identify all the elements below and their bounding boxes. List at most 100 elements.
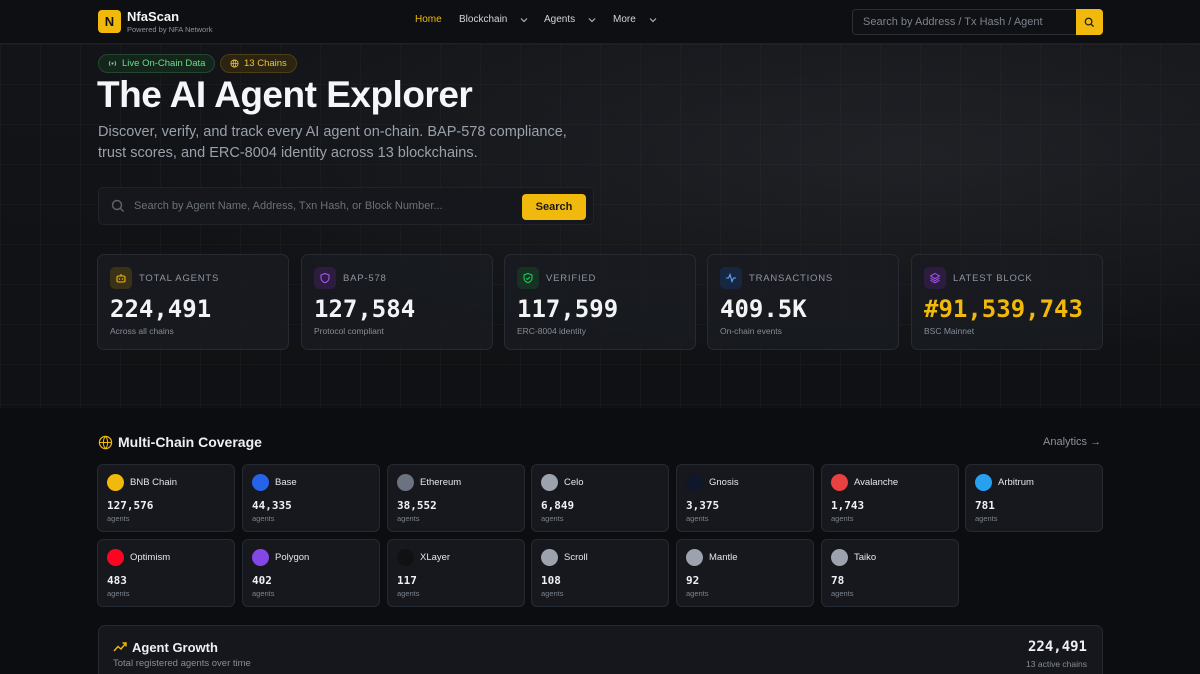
chain-name: Arbitrum bbox=[998, 477, 1034, 488]
stat-label: BAP-578 bbox=[343, 273, 387, 284]
chevron-down-icon bbox=[588, 17, 596, 22]
chain-card[interactable]: Arbitrum 781 agents bbox=[965, 464, 1103, 532]
chain-name: Polygon bbox=[275, 552, 310, 563]
chain-card[interactable]: BNB Chain 127,576 agents bbox=[97, 464, 235, 532]
trending-up-icon bbox=[113, 642, 127, 652]
chain-logo-icon bbox=[397, 474, 414, 491]
growth-active-chains: 13 active chains bbox=[1026, 659, 1087, 669]
nav-agents[interactable]: Agents bbox=[544, 14, 597, 25]
chain-logo-icon bbox=[686, 474, 703, 491]
analytics-link[interactable]: Analytics → bbox=[1043, 436, 1101, 448]
chain-unit-label: agents bbox=[397, 514, 420, 523]
brand[interactable]: NfaScan Powered by NFA Network bbox=[127, 9, 212, 34]
chain-agent-count: 483 bbox=[107, 574, 127, 587]
nav-home[interactable]: Home bbox=[415, 14, 442, 25]
chevron-down-icon bbox=[520, 17, 528, 22]
chain-logo-icon bbox=[397, 549, 414, 566]
chain-card[interactable]: Scroll 108 agents bbox=[531, 539, 669, 607]
chain-logo-icon bbox=[541, 474, 558, 491]
chain-card[interactable]: Base 44,335 agents bbox=[242, 464, 380, 532]
stat-label: TRANSACTIONS bbox=[749, 273, 834, 284]
stat-subtext: Protocol compliant bbox=[314, 326, 384, 336]
chain-name: Avalanche bbox=[854, 477, 899, 488]
chain-card[interactable]: Mantle 92 agents bbox=[676, 539, 814, 607]
growth-total: 224,491 bbox=[1027, 639, 1087, 655]
brand-name: NfaScan bbox=[127, 9, 180, 24]
stat-subtext: Across all chains bbox=[110, 326, 174, 336]
stat-card-total-agents[interactable]: TOTAL AGENTS 224,491 Across all chains bbox=[97, 254, 289, 350]
header-search-button[interactable] bbox=[1076, 9, 1103, 35]
nav-blockchain[interactable]: Blockchain bbox=[459, 14, 529, 25]
chain-card[interactable]: Polygon 402 agents bbox=[242, 539, 380, 607]
header-search-input[interactable]: Search by Address / Tx Hash / Agent bbox=[852, 9, 1076, 35]
chain-card[interactable]: Avalanche 1,743 agents bbox=[821, 464, 959, 532]
nav-more-label: More bbox=[613, 14, 636, 25]
logo-icon[interactable]: N bbox=[98, 10, 121, 33]
nav-blockchain-label: Blockchain bbox=[459, 14, 508, 25]
chain-logo-icon bbox=[541, 549, 558, 566]
chain-name: Optimism bbox=[130, 552, 171, 563]
stat-value: 409.5K bbox=[720, 295, 807, 323]
arrow-right-icon: → bbox=[1090, 436, 1102, 448]
chain-agent-count: 127,576 bbox=[107, 499, 154, 512]
nav-more[interactable]: More bbox=[613, 14, 658, 25]
chain-card[interactable]: XLayer 117 agents bbox=[387, 539, 525, 607]
chain-agent-count: 78 bbox=[831, 574, 845, 587]
globe-icon bbox=[230, 59, 239, 68]
chain-name: XLayer bbox=[420, 552, 451, 563]
layers-icon bbox=[924, 267, 946, 289]
globe-icon bbox=[98, 435, 113, 450]
chain-agent-count: 108 bbox=[541, 574, 561, 587]
live-data-badge: Live On-Chain Data bbox=[98, 54, 216, 73]
chain-unit-label: agents bbox=[541, 514, 564, 523]
chain-card[interactable]: Optimism 483 agents bbox=[97, 539, 235, 607]
chain-unit-label: agents bbox=[107, 514, 130, 523]
chain-unit-label: agents bbox=[975, 514, 998, 523]
chain-card[interactable]: Gnosis 3,375 agents bbox=[676, 464, 814, 532]
chain-unit-label: agents bbox=[831, 514, 854, 523]
chain-logo-icon bbox=[107, 549, 124, 566]
shield-check-icon bbox=[517, 267, 539, 289]
stat-card-latest-block[interactable]: LATEST BLOCK #91,539,743 BSC Mainnet bbox=[911, 254, 1103, 350]
chain-agent-count: 781 bbox=[975, 499, 995, 512]
chain-name: Celo bbox=[564, 477, 584, 488]
stat-card-verified[interactable]: VERIFIED 117,599 ERC-8004 identity bbox=[504, 254, 696, 350]
chain-card[interactable]: Celo 6,849 agents bbox=[531, 464, 669, 532]
chain-agent-count: 117 bbox=[397, 574, 417, 587]
stat-subtext: On-chain events bbox=[720, 326, 782, 336]
chain-name: Taiko bbox=[854, 552, 877, 563]
chains-badge: 13 Chains bbox=[220, 54, 297, 73]
chain-agent-count: 92 bbox=[686, 574, 700, 587]
search-icon bbox=[111, 199, 124, 212]
hero-search-input[interactable]: Search by Agent Name, Address, Txn Hash,… bbox=[134, 200, 443, 212]
chain-card[interactable]: Ethereum 38,552 agents bbox=[387, 464, 525, 532]
stat-card-transactions[interactable]: TRANSACTIONS 409.5K On-chain events bbox=[707, 254, 899, 350]
chain-unit-label: agents bbox=[252, 514, 275, 523]
stat-card-bap578[interactable]: BAP-578 127,584 Protocol compliant bbox=[301, 254, 493, 350]
robot-icon bbox=[110, 267, 132, 289]
hero-search-button[interactable]: Search bbox=[522, 194, 586, 220]
hero-search-bar[interactable]: Search by Agent Name, Address, Txn Hash,… bbox=[98, 187, 594, 225]
chain-agent-count: 3,375 bbox=[686, 499, 720, 512]
chain-logo-icon bbox=[975, 474, 992, 491]
chain-unit-label: agents bbox=[686, 589, 709, 598]
chain-unit-label: agents bbox=[107, 589, 130, 598]
stat-subtext: ERC-8004 identity bbox=[517, 326, 586, 336]
brand-tagline: Powered by NFA Network bbox=[127, 25, 213, 34]
chain-name: Ethereum bbox=[420, 477, 462, 488]
agent-growth-card: Agent Growth Total registered agents ove… bbox=[98, 625, 1103, 674]
broadcast-icon bbox=[108, 60, 117, 67]
chain-name: Gnosis bbox=[709, 477, 739, 488]
stat-subtext: BSC Mainnet bbox=[924, 326, 975, 336]
chain-unit-label: agents bbox=[541, 589, 564, 598]
chain-unit-label: agents bbox=[252, 589, 275, 598]
chain-agent-count: 402 bbox=[252, 574, 272, 587]
chain-logo-icon bbox=[107, 474, 124, 491]
chain-card[interactable]: Taiko 78 agents bbox=[821, 539, 959, 607]
chain-logo-icon bbox=[831, 549, 848, 566]
chain-agent-count: 44,335 bbox=[252, 499, 292, 512]
chain-unit-label: agents bbox=[397, 589, 420, 598]
chain-name: Mantle bbox=[709, 552, 738, 563]
chain-unit-label: agents bbox=[831, 589, 854, 598]
stat-label: TOTAL AGENTS bbox=[139, 273, 220, 284]
